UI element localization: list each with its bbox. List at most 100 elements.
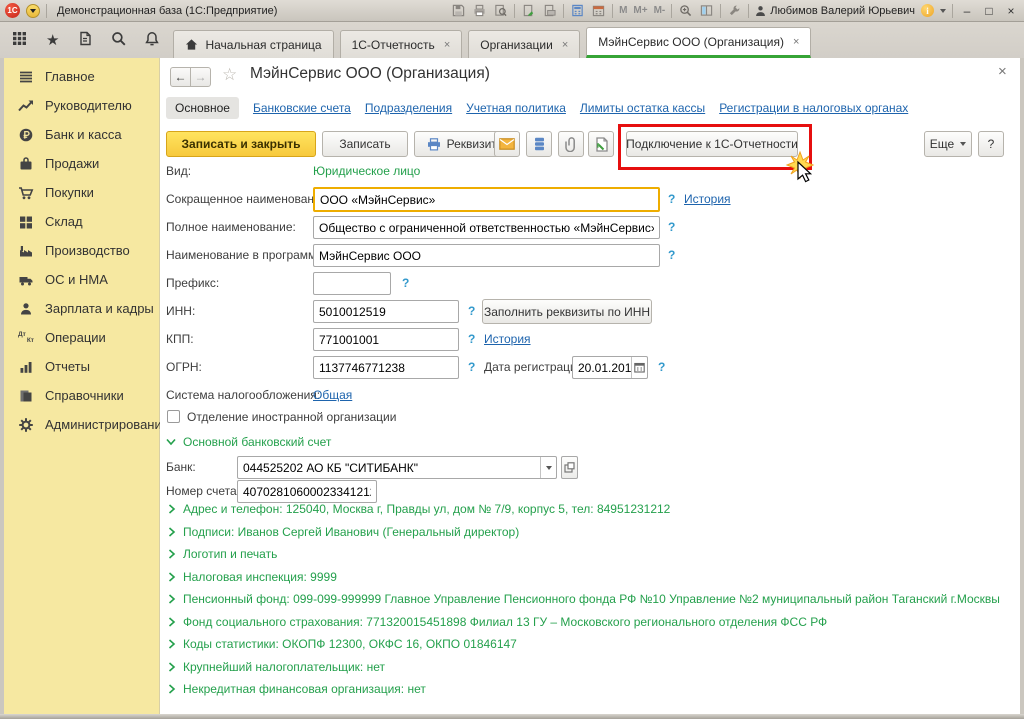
ogrn-input[interactable] <box>313 356 459 379</box>
tax-system-link[interactable]: Общая <box>313 388 352 402</box>
send-file-icon[interactable] <box>542 3 557 18</box>
section-statistics-codes[interactable]: Коды статистики: ОКОПФ 12300, ОКФС 16, О… <box>168 637 517 651</box>
app-name-input[interactable] <box>313 244 660 267</box>
short-name-input[interactable] <box>313 187 660 212</box>
tab-1c-reporting[interactable]: 1С-Отчетность × <box>339 30 463 58</box>
history-link[interactable]: История <box>484 332 531 346</box>
help-icon[interactable]: ? <box>658 360 665 374</box>
maximize-button[interactable]: □ <box>981 4 997 18</box>
help-icon[interactable]: ? <box>668 248 675 262</box>
help-icon[interactable]: ? <box>668 192 675 206</box>
section-largest-taxpayer[interactable]: Крупнейший налогоплательщик: нет <box>168 660 385 674</box>
back-button[interactable]: ← <box>170 67 191 87</box>
menu-grid-icon[interactable] <box>12 31 27 49</box>
help-button[interactable]: ? <box>978 131 1004 157</box>
load-file-icon[interactable] <box>521 3 536 18</box>
close-tab-icon[interactable]: × <box>793 36 799 48</box>
minimize-button[interactable]: – <box>959 4 975 18</box>
sidebar-item-main[interactable]: Главное <box>4 62 159 91</box>
nav-link-departments[interactable]: Подразделения <box>365 101 452 115</box>
open-bank-button[interactable] <box>561 456 578 479</box>
calendar-icon[interactable] <box>591 3 606 18</box>
nav-link-bank-accounts[interactable]: Банковские счета <box>253 101 351 115</box>
memory-mplus-button[interactable]: M+ <box>633 5 647 16</box>
kpp-input[interactable] <box>313 328 459 351</box>
close-tab-icon[interactable]: × <box>444 39 450 51</box>
tab-home[interactable]: Начальная страница <box>173 30 334 58</box>
section-logo-stamp[interactable]: Логотип и печать <box>168 547 277 561</box>
help-icon[interactable]: ? <box>402 276 409 290</box>
print-preview-icon[interactable] <box>493 3 508 18</box>
close-form-button[interactable]: × <box>998 63 1007 80</box>
memory-mminus-button[interactable]: M- <box>654 5 666 16</box>
split-view-icon[interactable] <box>699 3 714 18</box>
sidebar-item-manager[interactable]: Руководителю <box>4 91 159 120</box>
close-window-button[interactable]: × <box>1003 4 1019 18</box>
nav-link-cash-limits[interactable]: Лимиты остатка кассы <box>580 101 705 115</box>
attachments-button[interactable] <box>558 131 584 157</box>
close-tab-icon[interactable]: × <box>562 39 568 51</box>
sidebar-item-warehouse[interactable]: Склад <box>4 207 159 236</box>
sidebar-item-directories[interactable]: Справочники <box>4 381 159 410</box>
tab-mainservice-org[interactable]: МэйнСервис ООО (Организация) × <box>586 27 812 58</box>
section-signatures[interactable]: Подписи: Иванов Сергей Иванович (Генерал… <box>168 525 519 539</box>
section-address-phone[interactable]: Адрес и телефон: 125040, Москва г, Правд… <box>168 502 670 516</box>
sidebar-item-salary-hr[interactable]: Зарплата и кадры <box>4 294 159 323</box>
sidebar-item-administration[interactable]: Администрирование <box>4 410 169 439</box>
calculator-icon[interactable] <box>570 3 585 18</box>
save-and-close-button[interactable]: Записать и закрыть <box>166 131 316 157</box>
sidebar-item-reports[interactable]: Отчеты <box>4 352 159 381</box>
reg-date-input[interactable]: 20.01.2012 <box>572 356 648 379</box>
history-link[interactable]: История <box>684 192 731 206</box>
current-user[interactable]: Любимов Валерий Юрьевич <box>755 5 915 17</box>
nav-tab-main[interactable]: Основное <box>166 97 239 119</box>
account-number-input[interactable] <box>237 480 377 503</box>
forward-button[interactable]: → <box>190 67 211 87</box>
print-icon[interactable] <box>472 3 487 18</box>
settings-wrench-icon[interactable] <box>727 3 742 18</box>
save-button[interactable]: Записать <box>322 131 408 157</box>
full-name-input[interactable] <box>313 216 660 239</box>
history-icon[interactable] <box>78 31 92 49</box>
sidebar-item-fixed-assets[interactable]: ОС и НМА <box>4 265 159 294</box>
sidebar-item-operations[interactable]: Дт Кт Операции <box>4 323 159 352</box>
zoom-icon[interactable] <box>678 3 693 18</box>
section-non-credit-org[interactable]: Некредитная финансовая организация: нет <box>168 682 426 696</box>
bank-combo[interactable]: 044525202 АО КБ "СИТИБАНК" <box>237 456 557 479</box>
export-document-button[interactable] <box>588 131 614 157</box>
sidebar-item-purchases[interactable]: Покупки <box>4 178 159 207</box>
memory-m-button[interactable]: M <box>619 5 627 16</box>
notifications-bell-icon[interactable] <box>145 31 160 49</box>
chevron-down-icon[interactable] <box>940 8 946 13</box>
inn-input[interactable] <box>313 300 459 323</box>
connect-1c-reporting-button[interactable]: Подключение к 1С-Отчетности <box>626 131 798 157</box>
fill-by-inn-button[interactable]: Заполнить реквизиты по ИНН <box>482 299 652 324</box>
sidebar-item-production[interactable]: Производство <box>4 236 159 265</box>
foreign-branch-checkbox[interactable] <box>167 410 180 423</box>
bank-account-section-header[interactable]: Основной банковский счет <box>166 435 331 449</box>
nav-link-tax-registrations[interactable]: Регистрации в налоговых органах <box>719 101 908 115</box>
main-menu-button[interactable] <box>26 3 40 18</box>
more-button[interactable]: Еще <box>924 131 972 157</box>
discussions-button[interactable] <box>526 131 552 157</box>
help-icon[interactable]: ? <box>468 304 475 318</box>
info-button[interactable]: i <box>921 4 934 17</box>
sidebar-item-bank-cash[interactable]: Банк и касса <box>4 120 159 149</box>
favorites-star-icon[interactable]: ★ <box>46 33 59 48</box>
help-icon[interactable]: ? <box>468 360 475 374</box>
prefix-input[interactable] <box>313 272 391 295</box>
section-pension-fund[interactable]: Пенсионный фонд: 099-099-999999 Главное … <box>168 592 1000 606</box>
save-icon[interactable] <box>451 3 466 18</box>
section-social-insurance[interactable]: Фонд социального страхования: 7713200154… <box>168 615 827 629</box>
favorite-star-button[interactable]: ☆ <box>222 65 237 85</box>
tab-organizations[interactable]: Организации × <box>468 30 581 58</box>
nav-link-accounting-policy[interactable]: Учетная политика <box>466 101 566 115</box>
help-icon[interactable]: ? <box>468 332 475 346</box>
email-button[interactable] <box>494 131 520 157</box>
sidebar-item-sales[interactable]: Продажи <box>4 149 159 178</box>
calendar-picker-button[interactable] <box>631 357 647 378</box>
help-icon[interactable]: ? <box>668 220 675 234</box>
section-tax-inspection[interactable]: Налоговая инспекция: 9999 <box>168 570 337 584</box>
search-icon[interactable] <box>111 31 126 49</box>
dropdown-button[interactable] <box>540 457 556 478</box>
